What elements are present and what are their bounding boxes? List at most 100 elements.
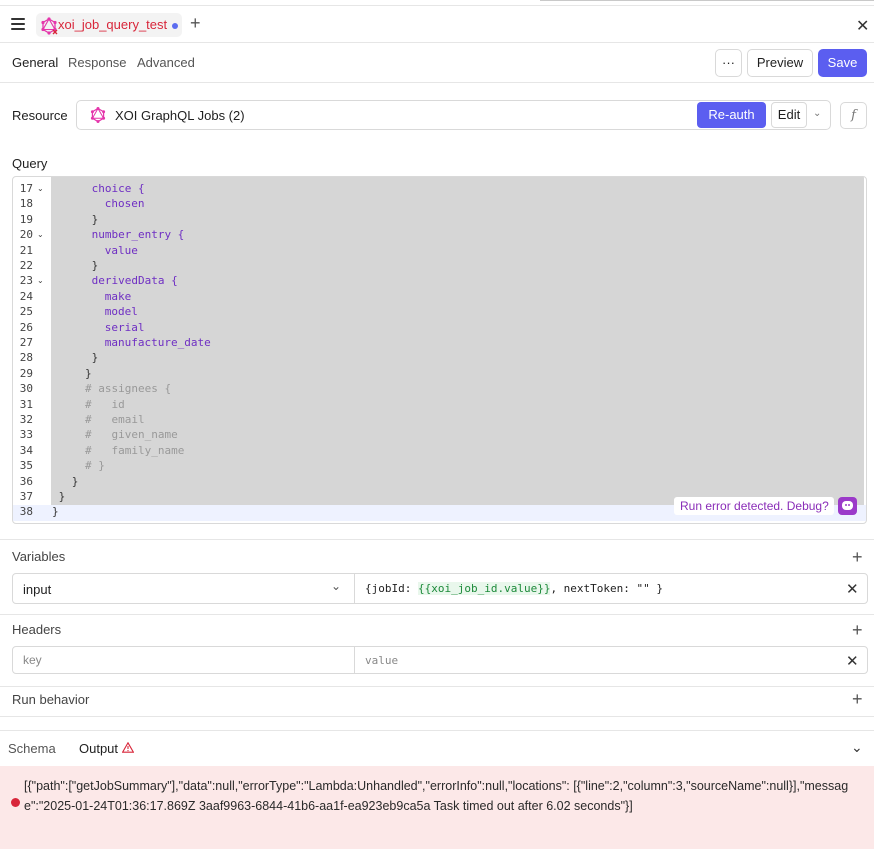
error-output: [{"path":["getJobSummary"],"data":null,"… [0,766,874,849]
variables-label: Variables [12,549,66,564]
code-line: serial [104,320,145,334]
code-line: } [91,351,99,365]
headers-label: Headers [12,622,62,637]
code-line: } [52,505,59,519]
code-line: derivedData { [91,274,178,288]
resource-select[interactable]: XOI GraphQL Jobs (2) Re-auth Edit ⌄ [76,100,831,130]
code-line: choice { [91,182,145,195]
variable-template: {{xoi_job_id.value}} [417,582,551,595]
variable-type-value: input [23,582,52,597]
line-number: 38 [19,505,33,519]
line-number: 33 [19,428,33,442]
line-number: 21 [19,243,33,257]
code-line: } [91,212,99,226]
debug-prompt[interactable]: Run error detected. Debug? [674,497,834,515]
line-number: 28 [19,351,33,365]
code-line: # family_name [85,443,185,457]
tab-title: xoi_job_query_test [58,17,168,32]
graphql-icon [90,107,106,123]
code-line: } [85,366,92,380]
bottom-panel-tabs: Schema Output ⌄ [0,730,874,766]
header-key-placeholder: key [23,653,42,667]
tab-bar: xoi_job_query_test + ✕ [0,7,874,43]
menu-icon[interactable] [11,18,25,30]
header-key-input[interactable]: key [12,646,355,674]
editor-subbar: General Response Advanced ··· Preview Sa… [0,43,874,83]
tab-advanced[interactable]: Advanced [137,55,195,70]
unsaved-dot-icon [172,23,178,29]
variable-value-input[interactable]: {jobId: {{xoi_job_id.value}}, nextToken:… [354,573,868,604]
resource-name: XOI GraphQL Jobs (2) [115,108,245,123]
add-variable-icon[interactable]: + [852,548,863,566]
code-line: make [104,289,132,303]
line-number: 34 [19,443,33,457]
reauth-button[interactable]: Re-auth [697,102,766,128]
code-line: chosen [104,197,145,211]
add-tab-icon[interactable]: + [190,14,204,32]
ai-assistant-icon[interactable] [838,497,857,515]
line-number: 37 [19,490,33,503]
code-line: # } [85,459,105,473]
line-number: 22 [19,259,33,272]
preview-button[interactable]: Preview [747,49,813,77]
code-line: manufacture_date [104,336,211,349]
tab-general[interactable]: General [12,55,58,70]
line-number: 30 [19,382,33,396]
edit-resource-button[interactable]: Edit [771,102,807,128]
fold-chevron-icon[interactable]: ⌄ [37,276,44,285]
query-editor[interactable]: 17 ⌄ choice { 18 chosen 19} 20 ⌄ number_entry { 2… [12,176,867,524]
line-number: 20 [19,228,33,242]
variable-value-suffix: , nextToken: "" } [550,582,664,595]
clear-icon[interactable]: ✕ [846,652,859,670]
chevron-down-icon: ⌄ [331,579,342,593]
query-label: Query [12,156,48,171]
close-icon[interactable]: ✕ [856,16,869,36]
code-line: } [71,474,79,488]
fold-chevron-icon[interactable]: ⌄ [37,184,44,193]
line-number: 35 [19,459,33,473]
line-number: 29 [19,366,33,380]
collapse-panel-icon[interactable]: ⌄ [851,739,863,756]
window-top-edge [0,0,874,6]
header-value-placeholder: value [365,654,399,667]
graphql-icon [41,17,58,35]
clear-icon[interactable]: ✕ [846,580,859,598]
variable-value-prefix: {jobId: [365,582,418,595]
fold-chevron-icon[interactable]: ⌄ [37,230,44,239]
code-line: model [104,305,138,319]
line-number: 36 [19,474,33,488]
line-number: 18 [19,197,33,211]
warning-icon [122,742,134,753]
line-number: 24 [19,289,33,303]
line-number: 26 [19,320,33,334]
code-line: value [104,243,138,257]
variable-type-select[interactable]: input ⌄ [12,573,355,604]
tab-schema[interactable]: Schema [8,741,56,756]
code-line: # given_name [85,428,178,442]
code-line: number_entry { [91,228,185,242]
line-number: 25 [19,305,33,319]
chevron-down-icon[interactable]: ⌄ [813,108,821,119]
tab-response[interactable]: Response [68,55,127,70]
line-number: 32 [19,413,33,426]
line-number: 23 [19,274,33,288]
function-icon[interactable]: f [840,102,867,129]
expand-run-behavior-icon[interactable]: + [852,690,863,708]
code-line: # email [85,413,145,426]
line-number: 19 [19,212,33,226]
code-line: # assignees { [85,382,172,396]
save-button[interactable]: Save [818,49,867,77]
code-line: # id [85,397,125,411]
query-tab[interactable]: xoi_job_query_test [36,13,182,37]
header-value-input[interactable]: value ✕ [354,646,868,674]
code-line: } [58,490,66,503]
line-number: 17 [19,182,33,195]
line-number: 27 [19,336,33,349]
error-message: [{"path":["getJobSummary"],"data":null,"… [24,779,849,813]
more-options-button[interactable]: ··· [715,49,742,77]
error-icon [11,798,20,807]
resource-label: Resource [12,108,68,123]
add-header-icon[interactable]: + [852,621,863,639]
tab-output[interactable]: Output [79,741,118,756]
run-behavior-label[interactable]: Run behavior [12,692,89,707]
